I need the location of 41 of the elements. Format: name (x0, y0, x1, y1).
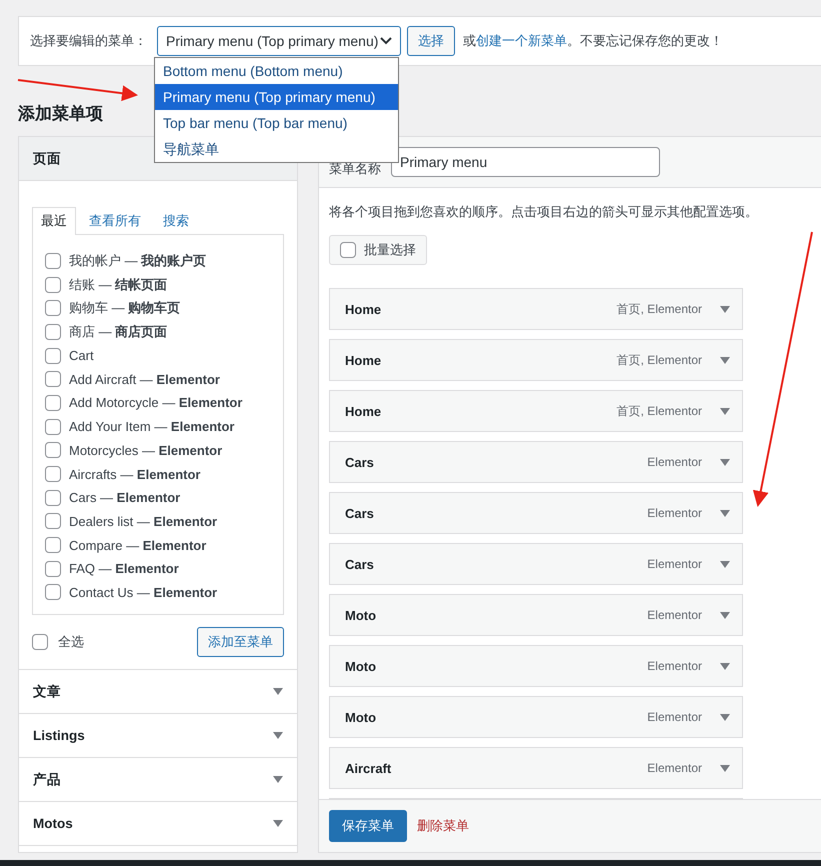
page-label: Add Your Item — Elementor (69, 419, 234, 434)
menu-item-title: Cars (345, 454, 375, 470)
menu-item-type: Elementor (647, 659, 702, 673)
page-label: 购物车 — 购物车页 (69, 299, 180, 318)
menu-item-type: Elementor (647, 710, 702, 724)
page-label: 我的帐户 — 我的账户页 (69, 252, 206, 270)
menu-item-title: Moto (345, 608, 378, 622)
page-label: Compare — Elementor (69, 538, 206, 553)
page-label: FAQ — Elementor (69, 561, 179, 576)
menu-item-title: Home (345, 302, 382, 316)
menu-item-type: Elementor (647, 761, 702, 775)
page-label: Dealers list — Elementor (69, 514, 218, 529)
select-label: 选择要编辑的菜单： (30, 32, 147, 50)
menu-item-type: 首页, Elementor (616, 352, 702, 368)
menu-name-label: 菜单名称 (329, 160, 381, 178)
menu-item-type: Elementor (647, 608, 702, 622)
create-menu-note: 或创建一个新菜单。不要忘记保存您的更改！ (463, 32, 723, 50)
page-label: Cars — Elementor (69, 490, 180, 506)
select-all-label: 全选 (58, 633, 84, 652)
menu-item-title: Moto (345, 658, 378, 674)
page-label: Motorcycles — Elementor (69, 442, 222, 458)
menu-item-title: Cars (345, 506, 375, 520)
menu-item-type: Elementor (647, 506, 702, 520)
instructions-text: 将各个项目拖到您喜欢的顺序。点击项目右边的箭头可显示其他配置选项。 (329, 203, 759, 221)
page-label: Aircrafts — Elementor (69, 466, 200, 482)
section-heading: 添加菜单项 (18, 103, 103, 125)
menu-item-title: Cars (345, 556, 375, 572)
menu-item-title: Home (345, 404, 382, 418)
menu-item-type: Elementor (647, 455, 702, 469)
menu-item-type: 首页, Elementor (616, 402, 702, 420)
page-label: Add Aircraft — Elementor (69, 372, 220, 387)
menu-item-title: Moto (345, 710, 378, 724)
page-label: 结账 — 结帐页面 (69, 276, 168, 294)
page-label: Cart (69, 348, 94, 364)
menu-item-title: Aircraft (345, 760, 392, 776)
menu-item-title: Home (345, 352, 382, 368)
page-label: Add Motorcycle — Elementor (69, 395, 242, 410)
menu-item-type: Elementor (647, 557, 702, 571)
menu-item-type: 首页, Elementor (616, 300, 702, 318)
page-label: Contact Us — Elementor (69, 584, 218, 600)
page-label: 商店 — 商店页面 (69, 322, 168, 341)
